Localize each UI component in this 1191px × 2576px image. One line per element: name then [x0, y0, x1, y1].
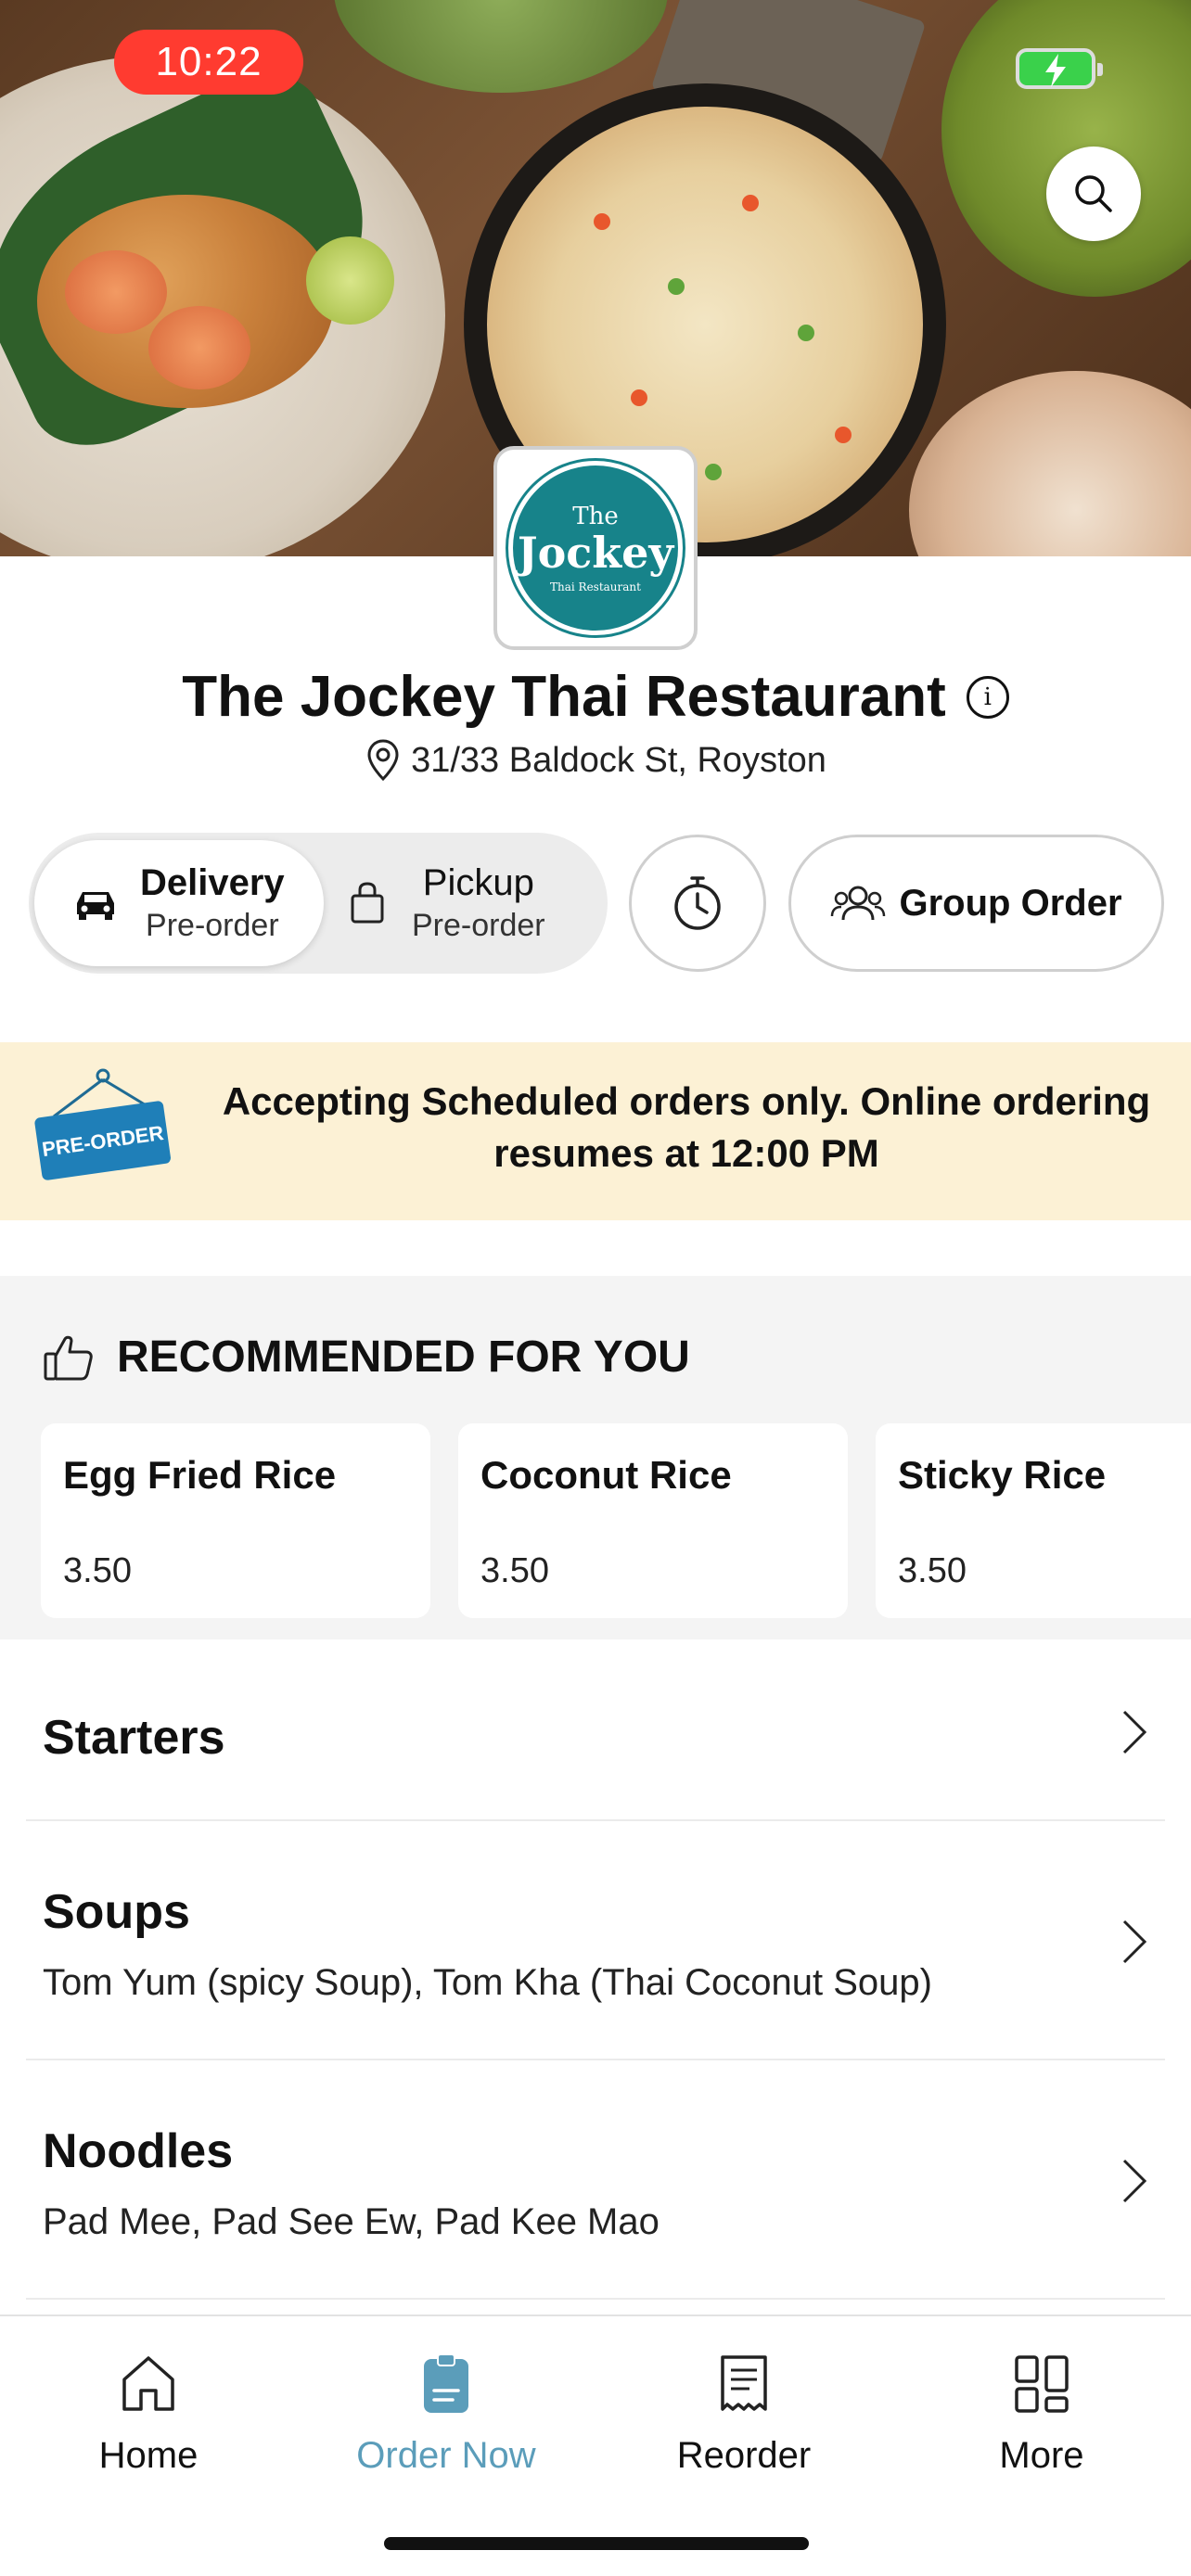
- home-icon: [122, 2356, 174, 2411]
- tab-more[interactable]: More: [893, 2353, 1190, 2477]
- search-icon: [1075, 175, 1112, 212]
- category-description: Pad Mee, Pad See Ew, Pad Kee Mao: [43, 2201, 660, 2242]
- delivery-sublabel: Pre-order: [146, 908, 279, 943]
- car-icon: [77, 892, 114, 920]
- recommended-card[interactable]: Egg Fried Rice 3.50: [41, 1423, 430, 1618]
- pickup-sublabel: Pre-order: [412, 908, 545, 943]
- tab-label: Order Now: [356, 2435, 536, 2476]
- order-icon: [424, 2353, 468, 2413]
- category-soups[interactable]: Soups Tom Yum (spicy Soup), Tom Kha (Tha…: [26, 1821, 1165, 2060]
- search-button[interactable]: [1046, 147, 1141, 241]
- status-time: 10:22: [114, 30, 303, 95]
- shopping-bag-icon: [351, 882, 384, 924]
- stopwatch-icon: [674, 876, 721, 930]
- item-price: 3.50: [898, 1551, 967, 1590]
- tab-label: Home: [98, 2435, 198, 2476]
- logo-text-sub: Thai Restaurant: [550, 580, 641, 593]
- item-price: 3.50: [63, 1551, 132, 1590]
- schedule-button[interactable]: [629, 835, 766, 972]
- tab-reorder[interactable]: Reorder: [596, 2353, 892, 2477]
- thumbs-up-icon: [44, 1335, 93, 1380]
- info-icon[interactable]: i: [966, 675, 1009, 719]
- tab-label: Reorder: [676, 2435, 812, 2476]
- category-name: Soups: [43, 1885, 190, 1939]
- battery-icon: [1016, 48, 1103, 89]
- category-starters[interactable]: Starters: [26, 1639, 1165, 1821]
- tab-home[interactable]: Home: [0, 2353, 297, 2477]
- recommended-card[interactable]: Coconut Rice 3.50: [458, 1423, 848, 1618]
- delivery-option[interactable]: Delivery Pre-order: [34, 840, 324, 966]
- group-order-label: Group Order: [899, 882, 1122, 924]
- category-description: Tom Yum (spicy Soup), Tom Kha (Thai Coco…: [43, 1962, 932, 2003]
- item-price: 3.50: [480, 1551, 549, 1590]
- category-name: Noodles: [43, 2124, 234, 2178]
- location-pin-icon: [367, 739, 399, 782]
- pickup-label: Pickup: [422, 862, 534, 903]
- logo-text-jockey: Jockey: [517, 528, 674, 578]
- group-order-button[interactable]: Group Order: [788, 835, 1164, 972]
- recommended-title: RECOMMENDED FOR YOU: [117, 1333, 690, 1382]
- tab-label: More: [999, 2435, 1084, 2476]
- recommended-heading: RECOMMENDED FOR YOU: [43, 1332, 690, 1383]
- chevron-right-icon: [1122, 2159, 1147, 2203]
- grid-icon: [1015, 2355, 1069, 2413]
- home-indicator: [384, 2537, 809, 2550]
- banner-message: Accepting Scheduled orders only. Online …: [222, 1079, 1151, 1175]
- logo-text-the: The: [572, 503, 619, 530]
- item-name: Coconut Rice: [480, 1453, 732, 1497]
- preorder-sign-icon: PRE-ORDER: [34, 1068, 171, 1180]
- recommended-card[interactable]: Sticky Rice 3.50: [876, 1423, 1191, 1618]
- pickup-option[interactable]: Pickup Pre-order: [349, 840, 599, 966]
- delivery-label: Delivery: [140, 862, 285, 903]
- receipt-icon: [721, 2355, 767, 2411]
- chevron-right-icon: [1122, 1710, 1147, 1754]
- item-name: Egg Fried Rice: [63, 1453, 337, 1497]
- address-text: 31/33 Baldock St, Royston: [411, 740, 826, 780]
- order-mode-toggle: Delivery Pre-order Pickup Pre-order: [29, 833, 608, 974]
- chevron-right-icon: [1122, 1919, 1147, 1964]
- restaurant-address[interactable]: 31/33 Baldock St, Royston: [0, 738, 1191, 783]
- item-name: Sticky Rice: [898, 1453, 1107, 1497]
- category-noodles[interactable]: Noodles Pad Mee, Pad See Ew, Pad Kee Mao: [26, 2060, 1165, 2300]
- group-icon: [831, 886, 886, 921]
- restaurant-name: The Jockey Thai Restaurant: [182, 665, 946, 729]
- tab-order-now[interactable]: Order Now: [298, 2353, 595, 2477]
- restaurant-logo: The Jockey Thai Restaurant: [493, 446, 698, 650]
- category-name: Starters: [43, 1711, 225, 1765]
